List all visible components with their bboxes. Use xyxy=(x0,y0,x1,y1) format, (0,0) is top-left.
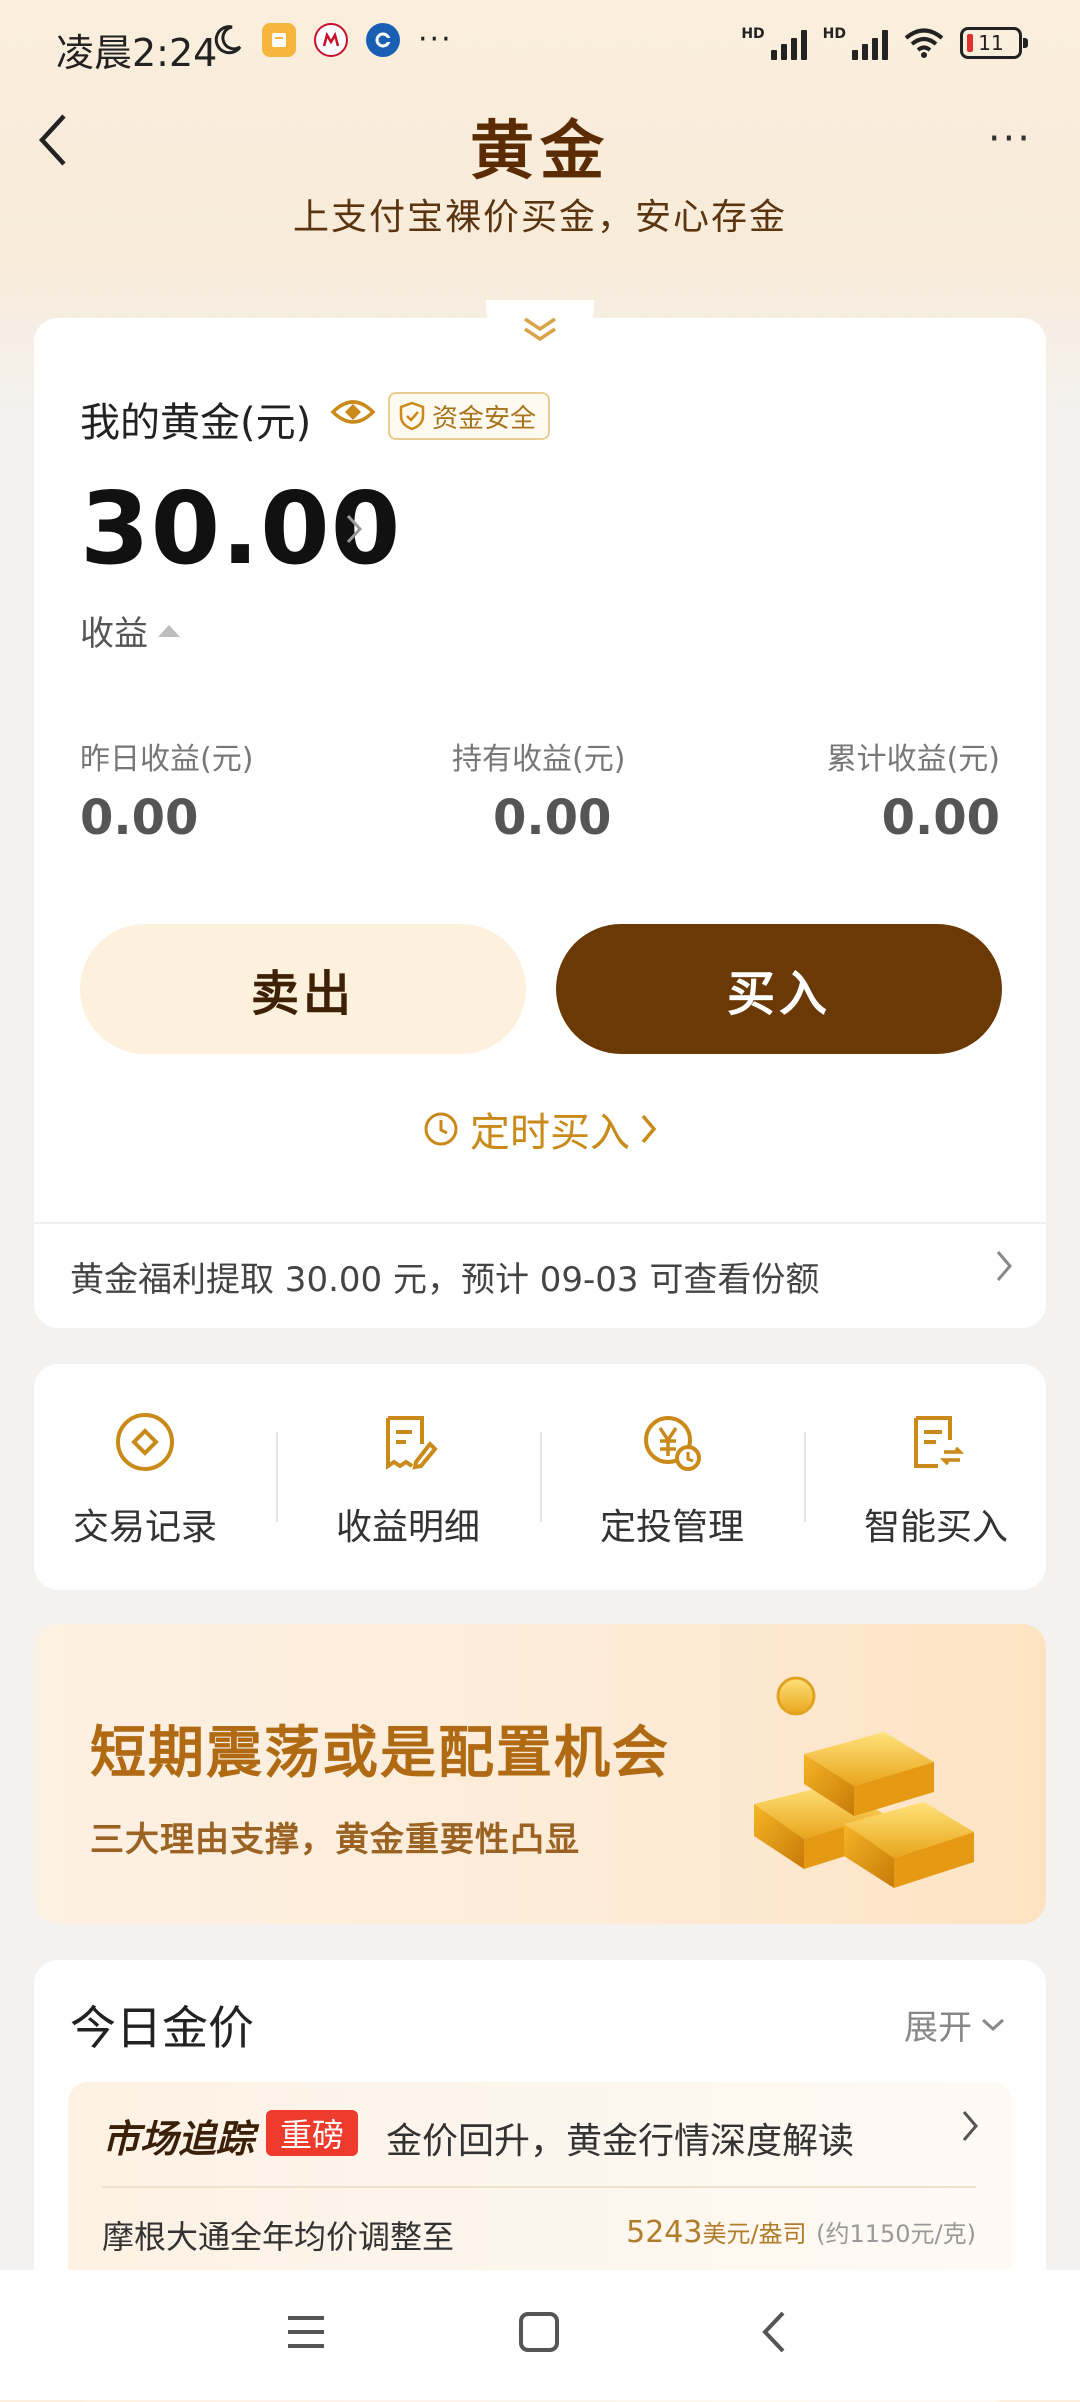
signal-icon: HD xyxy=(741,26,807,60)
gold-bars-image xyxy=(754,1676,974,1888)
price-value: 5243 xyxy=(626,2215,703,2250)
profit-toggle-label: 收益 xyxy=(80,614,148,654)
chevron-right-icon xyxy=(641,1114,657,1144)
shield-check-icon xyxy=(399,401,425,431)
do-not-disturb-moon-icon xyxy=(214,24,242,54)
quick-action-label: 定投管理 xyxy=(599,1507,744,1548)
gold-benefit-notice[interactable]: 黄金福利提取 30.00 元，预计 09-03 可查看份额 xyxy=(70,1252,819,1301)
quick-action-smart-buy[interactable]: 智能买入 xyxy=(821,1410,1051,1550)
fund-safety-label: 资金安全 xyxy=(432,403,537,434)
my-gold-label: 我的黄金(元) xyxy=(80,400,312,446)
profit-toggle[interactable]: 收益 xyxy=(80,606,180,655)
price-approx: (约1150元/克) xyxy=(816,2220,976,2248)
more-options-button[interactable]: ··· xyxy=(988,116,1032,162)
status-right-icons: HD HD 11 xyxy=(741,26,1028,60)
stat-yesterday-value: 0.00 xyxy=(80,790,199,846)
page-title: 黄金 xyxy=(470,115,610,189)
nav-home-button[interactable] xyxy=(509,2302,569,2362)
banner-subtitle: 三大理由支撑，黄金重要性凸显 xyxy=(90,1820,580,1860)
hot-badge: 重磅 xyxy=(266,2110,359,2156)
auto-invest-icon xyxy=(644,1416,701,1471)
toggle-visibility-eye-icon[interactable] xyxy=(330,392,376,436)
stat-holding-label: 持有收益(元) xyxy=(452,742,626,777)
smart-buy-icon xyxy=(914,1416,965,1468)
nav-back-button[interactable] xyxy=(744,2302,804,2362)
separator xyxy=(540,1432,542,1522)
timed-buy-link[interactable]: 定时买入 xyxy=(0,1100,1080,1158)
quick-action-transaction-record[interactable]: 交易记录 xyxy=(30,1410,260,1550)
quick-action-auto-invest[interactable]: 定投管理 xyxy=(557,1410,787,1550)
balance-detail-arrow[interactable] xyxy=(344,510,364,556)
quick-action-earnings-detail[interactable]: 收益明细 xyxy=(293,1410,523,1550)
separator xyxy=(276,1432,278,1522)
stat-yesterday-label: 昨日收益(元) xyxy=(80,742,254,777)
news-arrow[interactable] xyxy=(960,2108,980,2154)
notes-app-icon xyxy=(262,22,296,57)
banner-title: 短期震荡或是配置机会 xyxy=(90,1721,670,1786)
news-divider xyxy=(102,2186,976,2188)
more-notifications-icon: ··· xyxy=(418,22,453,57)
sell-button[interactable]: 卖出 xyxy=(80,924,526,1054)
market-tracker-logo: 市场追踪 xyxy=(102,2117,255,2161)
nav-menu-button[interactable] xyxy=(276,2302,336,2362)
square-home-icon xyxy=(519,2312,559,2352)
chevron-right-icon xyxy=(962,2111,978,2141)
signal-icon-2: HD xyxy=(823,26,888,60)
wifi-icon xyxy=(904,28,944,58)
news-headline[interactable]: 金价回升，黄金行情深度解读 xyxy=(386,2112,854,2164)
benefit-arrow[interactable] xyxy=(994,1248,1014,1294)
clock-icon xyxy=(424,1112,458,1146)
ccb-app-icon xyxy=(366,22,400,57)
news-item-price: 5243美元/盎司 (约1150元/克) xyxy=(626,2214,976,2250)
chevron-left-icon xyxy=(762,2311,785,2353)
status-notification-icons: ··· xyxy=(210,22,453,57)
today-gold-price-title: 今日金价 xyxy=(70,2001,254,2055)
fund-safety-badge[interactable]: 资金安全 xyxy=(388,392,551,440)
stat-cumulative-label: 累计收益(元) xyxy=(826,742,1000,777)
caret-up-icon xyxy=(158,624,180,637)
bank-app-icon xyxy=(314,22,348,57)
stat-cumulative-value: 0.00 xyxy=(881,790,1000,846)
battery-level: 11 xyxy=(978,31,1004,55)
separator xyxy=(804,1432,806,1522)
quick-action-label: 智能买入 xyxy=(863,1507,1008,1548)
chevron-right-icon xyxy=(996,1251,1012,1281)
expand-button[interactable]: 展开 xyxy=(904,2000,1006,2049)
expand-label: 展开 xyxy=(904,2008,972,2048)
quick-action-label: 交易记录 xyxy=(72,1507,217,1548)
buy-button[interactable]: 买入 xyxy=(556,924,1002,1054)
chevron-down-icon xyxy=(981,2018,1005,2031)
transaction-record-icon xyxy=(116,1413,174,1471)
status-time: 凌晨2:24 xyxy=(56,31,218,75)
timed-buy-label: 定时买入 xyxy=(470,1110,630,1156)
quick-action-label: 收益明细 xyxy=(335,1507,480,1548)
earnings-detail-icon xyxy=(386,1416,438,1470)
chevron-right-icon xyxy=(346,514,363,544)
news-item-text[interactable]: 摩根大通全年均价调整至 xyxy=(102,2212,454,2258)
page-subtitle: 上支付宝裸价买金，安心存金 xyxy=(292,197,787,238)
card-divider xyxy=(34,1222,1046,1224)
menu-icon xyxy=(288,2316,324,2348)
battery-icon: 11 xyxy=(960,27,1028,59)
double-chevron-down-icon xyxy=(524,317,556,342)
price-unit: 美元/盎司 xyxy=(702,2220,807,2248)
stat-holding-value: 0.00 xyxy=(493,790,612,846)
